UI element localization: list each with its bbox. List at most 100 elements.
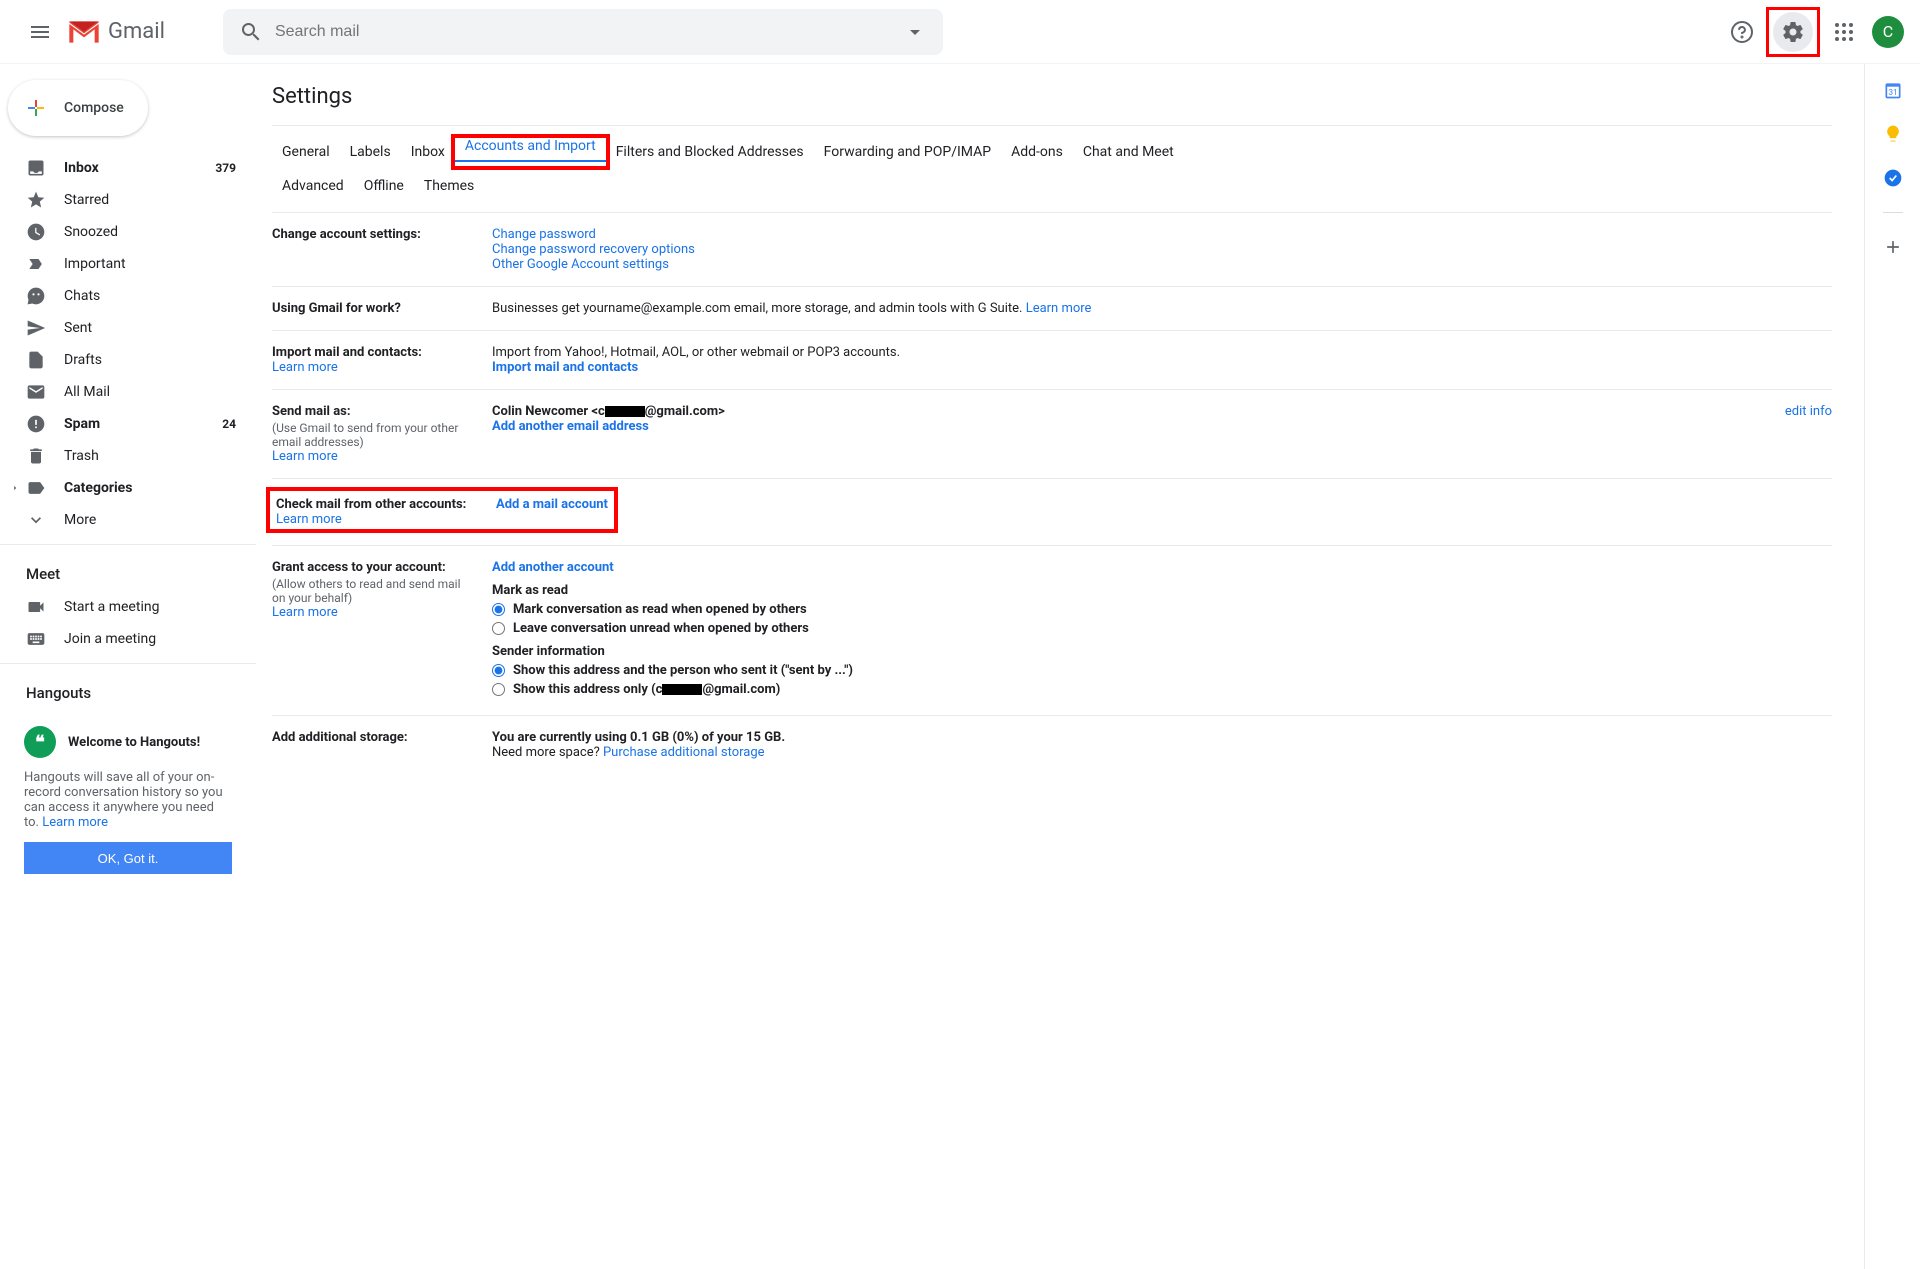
tab-themes[interactable]: Themes <box>414 172 484 200</box>
tab-forwarding-and-pop-imap[interactable]: Forwarding and POP/IMAP <box>814 138 1001 166</box>
other-account-settings-link[interactable]: Other Google Account settings <box>492 257 669 272</box>
inbox-icon <box>26 158 46 178</box>
join-meeting[interactable]: Join a meeting <box>0 623 248 655</box>
grant-learn-link[interactable]: Learn more <box>272 605 338 620</box>
mark-read-radio[interactable] <box>492 603 505 616</box>
expand-icon <box>26 510 46 530</box>
sender-show-both-radio[interactable] <box>492 664 505 677</box>
tab-labels[interactable]: Labels <box>340 138 401 166</box>
tag-icon <box>26 478 46 498</box>
avatar[interactable]: C <box>1872 16 1904 48</box>
sidebar-item-starred[interactable]: Starred <box>0 184 248 216</box>
redacted <box>605 406 645 417</box>
sidebar-item-drafts[interactable]: Drafts <box>0 344 248 376</box>
sidebar-item-all-mail[interactable]: All Mail <box>0 376 248 408</box>
start-meeting[interactable]: Start a meeting <box>0 591 248 623</box>
search-input[interactable] <box>263 23 903 41</box>
menu-button[interactable] <box>16 8 64 56</box>
mail-icon <box>26 382 46 402</box>
sidebar-item-categories[interactable]: Categories <box>0 472 248 504</box>
help-button[interactable] <box>1722 12 1762 52</box>
plus-icon <box>24 96 48 120</box>
using-for-work-row: Using Gmail for work? Businesses get you… <box>272 287 1832 331</box>
gear-icon <box>1781 20 1805 44</box>
send-mail-as-row: Send mail as: (Use Gmail to send from yo… <box>272 390 1832 479</box>
add-rail-icon[interactable] <box>1883 237 1903 257</box>
svg-text:31: 31 <box>1888 88 1897 98</box>
change-password-link[interactable]: Change password <box>492 227 596 242</box>
calendar-icon[interactable]: 31 <box>1883 80 1903 100</box>
sendas-learn-link[interactable]: Learn more <box>272 449 338 464</box>
tab-inbox[interactable]: Inbox <box>401 138 455 166</box>
spam-icon <box>26 414 46 434</box>
change-account-row: Change account settings: Change password… <box>272 213 1832 287</box>
mark-unread-radio[interactable] <box>492 622 505 635</box>
grant-access-row: Grant access to your account: (Allow oth… <box>272 546 1832 716</box>
gsuite-learn-link[interactable]: Learn more <box>1026 301 1092 316</box>
add-account-link[interactable]: Add another account <box>492 560 614 575</box>
compose-label: Compose <box>64 100 124 116</box>
add-mail-account-link[interactable]: Add a mail account <box>496 497 608 512</box>
import-action-link[interactable]: Import mail and contacts <box>492 360 638 375</box>
right-rail: 31 <box>1864 64 1920 1269</box>
star-icon <box>26 190 46 210</box>
sidebar-item-important[interactable]: Important <box>0 248 248 280</box>
tab-general[interactable]: General <box>272 138 340 166</box>
page-title: Settings <box>272 80 1832 126</box>
tab-chat-and-meet[interactable]: Chat and Meet <box>1073 138 1184 166</box>
hamburger-icon <box>28 20 52 44</box>
purchase-storage-link[interactable]: Purchase additional storage <box>603 745 765 760</box>
checkmail-learn-link[interactable]: Learn more <box>276 512 342 527</box>
sidebar-item-snoozed[interactable]: Snoozed <box>0 216 248 248</box>
hangouts-welcome: ❝ Welcome to Hangouts! Hangouts will sav… <box>0 710 256 890</box>
tab-filters-and-blocked-addresses[interactable]: Filters and Blocked Addresses <box>606 138 814 166</box>
sidebar-item-spam[interactable]: Spam24 <box>0 408 248 440</box>
tab-accounts-and-import[interactable]: Accounts and Import <box>455 132 606 162</box>
meet-section: Meet <box>0 553 256 591</box>
search-box[interactable] <box>223 9 943 55</box>
sidebar-item-inbox[interactable]: Inbox379 <box>0 152 248 184</box>
keyboard-icon <box>26 629 46 649</box>
settings-content: Settings GeneralLabelsInboxAccounts and … <box>256 64 1864 1269</box>
keep-icon[interactable] <box>1883 124 1903 144</box>
change-recovery-link[interactable]: Change password recovery options <box>492 242 695 257</box>
import-learn-link[interactable]: Learn more <box>272 360 338 375</box>
tab-advanced[interactable]: Advanced <box>272 172 354 200</box>
compose-button[interactable]: Compose <box>8 80 148 136</box>
settings-highlight <box>1766 7 1820 57</box>
send-icon <box>26 318 46 338</box>
apps-icon <box>1832 20 1856 44</box>
sidebar: Compose Inbox379StarredSnoozedImportantC… <box>0 64 256 1269</box>
chat-icon <box>26 286 46 306</box>
tab-add-ons[interactable]: Add-ons <box>1001 138 1073 166</box>
trash-icon <box>26 446 46 466</box>
help-icon <box>1730 20 1754 44</box>
tasks-icon[interactable] <box>1883 168 1903 188</box>
hangouts-icon: ❝ <box>24 726 56 758</box>
storage-row: Add additional storage: You are currentl… <box>272 716 1832 774</box>
add-email-link[interactable]: Add another email address <box>492 419 649 434</box>
sidebar-item-chats[interactable]: Chats <box>0 280 248 312</box>
sidebar-item-trash[interactable]: Trash <box>0 440 248 472</box>
sidebar-item-sent[interactable]: Sent <box>0 312 248 344</box>
dropdown-icon[interactable] <box>903 20 927 44</box>
sidebar-item-more[interactable]: More <box>0 504 248 536</box>
tab-offline[interactable]: Offline <box>354 172 414 200</box>
gmail-icon <box>68 20 100 44</box>
gmail-logo[interactable]: Gmail <box>68 19 165 44</box>
settings-tabs: GeneralLabelsInboxAccounts and ImportFil… <box>272 126 1832 213</box>
hangouts-section: Hangouts <box>0 672 256 710</box>
hangouts-ok-button[interactable]: OK, Got it. <box>24 842 232 874</box>
apps-button[interactable] <box>1824 12 1864 52</box>
video-icon <box>26 597 46 617</box>
file-icon <box>26 350 46 370</box>
settings-button[interactable] <box>1773 12 1813 52</box>
important-icon <box>26 254 46 274</box>
hangouts-learn-link[interactable]: Learn more <box>42 815 108 830</box>
import-row: Import mail and contacts: Learn more Imp… <box>272 331 1832 390</box>
check-mail-row: Check mail from other accounts: Learn mo… <box>272 479 1832 546</box>
sender-show-only-radio[interactable] <box>492 683 505 696</box>
edit-info-link[interactable]: edit info <box>1732 404 1832 464</box>
clock-icon <box>26 222 46 242</box>
brand-text: Gmail <box>108 19 165 44</box>
